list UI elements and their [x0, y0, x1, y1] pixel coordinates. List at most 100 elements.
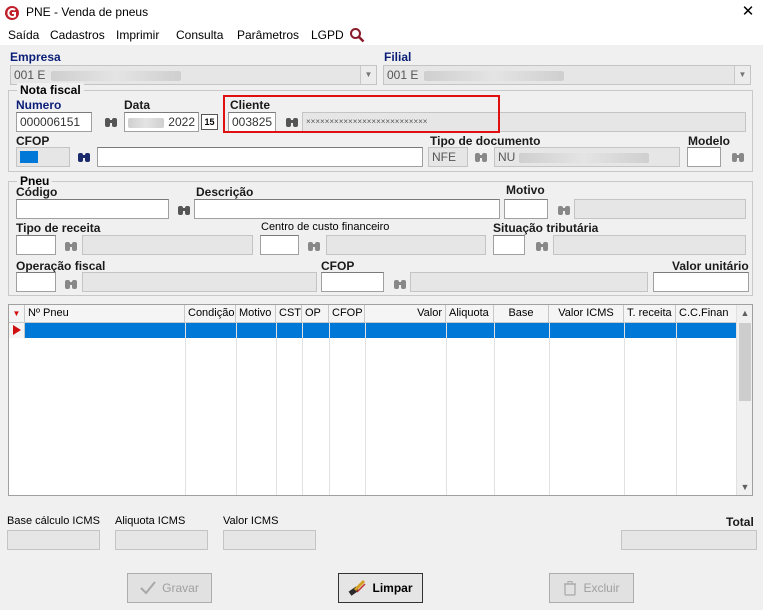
excluir-button[interactable]: Excluir: [549, 573, 634, 603]
column-divider: [494, 323, 495, 495]
numero-label: Numero: [16, 98, 62, 112]
column-header-valor-icms[interactable]: Valor ICMS: [549, 305, 624, 323]
highlight-box: [223, 95, 500, 133]
total-field: [621, 530, 757, 550]
gravar-button[interactable]: Gravar: [127, 573, 212, 603]
tipo-receita-label: Tipo de receita: [16, 221, 101, 235]
binoculars-icon[interactable]: [104, 116, 118, 128]
total-label: Total: [726, 515, 754, 529]
column-header-cc-finan[interactable]: C.C.Finan: [676, 305, 736, 323]
column-header-motivo[interactable]: Motivo: [236, 305, 276, 323]
cfop-description-input[interactable]: [97, 147, 423, 167]
situacao-tributaria-label: Situação tributária: [493, 221, 599, 235]
empresa-label: Empresa: [10, 50, 61, 64]
base-calculo-label: Base cálculo ICMS: [7, 515, 100, 527]
valor-unitario-label: Valor unitário: [672, 259, 749, 273]
menu-lgpd[interactable]: LGPD: [311, 28, 344, 42]
cfop-label: CFOP: [16, 134, 50, 148]
redacted-text: [50, 70, 181, 81]
binoculars-icon[interactable]: [307, 240, 321, 252]
chevron-down-icon[interactable]: ▼: [360, 66, 376, 84]
tipo-documento-label: Tipo de documento: [430, 134, 541, 148]
binoculars-icon[interactable]: [77, 151, 91, 163]
binoculars-icon[interactable]: [535, 240, 549, 252]
motivo-description: [574, 199, 746, 219]
scroll-thumb[interactable]: [739, 323, 751, 401]
column-divider: [365, 323, 366, 495]
column-header-cst[interactable]: CST: [276, 305, 302, 323]
column-header-t-receita[interactable]: T. receita: [624, 305, 676, 323]
motivo-input[interactable]: [504, 199, 548, 219]
column-divider: [185, 323, 186, 495]
scroll-down-icon[interactable]: ▼: [737, 479, 753, 495]
eraser-icon: [349, 580, 367, 596]
binoculars-icon[interactable]: [731, 151, 745, 163]
app-logo-icon: [5, 6, 19, 20]
filial-label: Filial: [384, 50, 412, 64]
chevron-down-icon[interactable]: ▼: [734, 66, 750, 84]
search-icon[interactable]: [349, 27, 365, 43]
menu-consulta[interactable]: Consulta: [176, 28, 223, 42]
column-header-aliquota[interactable]: Aliquota: [446, 305, 494, 323]
items-grid[interactable]: ▼ Nº Pneu Condição Motivo CST OP CFOP Va…: [8, 304, 753, 496]
column-divider: [549, 323, 550, 495]
column-header-n-pneu[interactable]: Nº Pneu: [25, 305, 185, 323]
binoculars-icon[interactable]: [64, 278, 78, 290]
modelo-label: Modelo: [688, 134, 730, 148]
trash-icon: [564, 580, 577, 596]
sort-arrow-icon[interactable]: ▼: [9, 305, 25, 323]
codigo-input[interactable]: [16, 199, 169, 219]
column-divider: [276, 323, 277, 495]
menu-saida[interactable]: Saída: [8, 28, 39, 42]
binoculars-icon[interactable]: [474, 151, 488, 163]
filial-select[interactable]: 001 E ▼: [383, 65, 751, 85]
column-header-valor[interactable]: Valor: [365, 305, 446, 323]
table-row[interactable]: [25, 323, 736, 338]
tipo-documento-name-value: NU: [498, 150, 516, 164]
column-header-op[interactable]: OP: [302, 305, 329, 323]
close-icon[interactable]: ✕: [733, 0, 763, 25]
menu-parametros[interactable]: Parâmetros: [237, 28, 299, 42]
numero-input[interactable]: 000006151: [16, 112, 92, 132]
column-header-cfop[interactable]: CFOP: [329, 305, 365, 323]
aliquota-icms-label: Aliquota ICMS: [115, 515, 186, 527]
binoculars-icon[interactable]: [557, 204, 571, 216]
menu-cadastros[interactable]: Cadastros: [50, 28, 105, 42]
menu-imprimir[interactable]: Imprimir: [116, 28, 159, 42]
redacted-text: [423, 70, 564, 81]
tipo-receita-input[interactable]: [16, 235, 56, 255]
centro-custo-input[interactable]: [260, 235, 299, 255]
empresa-select[interactable]: 001 E ▼: [10, 65, 377, 85]
binoculars-icon[interactable]: [64, 240, 78, 252]
binoculars-icon[interactable]: [177, 204, 191, 216]
operacao-fiscal-input[interactable]: [16, 272, 56, 292]
valor-unitario-input[interactable]: [653, 272, 749, 292]
cfop-pneu-input[interactable]: [321, 272, 384, 292]
excluir-label: Excluir: [583, 581, 620, 595]
checkmark-icon: [140, 581, 156, 595]
base-calculo-field: [7, 530, 100, 550]
redacted-text: [128, 118, 164, 128]
centro-custo-description: [326, 235, 486, 255]
column-divider: [676, 323, 677, 495]
column-divider: [302, 323, 303, 495]
calendar-icon[interactable]: 15: [201, 114, 218, 130]
limpar-button[interactable]: Limpar: [338, 573, 423, 603]
descricao-input[interactable]: [194, 199, 500, 219]
vertical-scrollbar[interactable]: ▲ ▼: [736, 305, 752, 495]
row-indicator: [9, 323, 25, 338]
column-header-base[interactable]: Base: [494, 305, 549, 323]
binoculars-icon[interactable]: [393, 278, 407, 290]
modelo-input[interactable]: [687, 147, 721, 167]
tipo-documento-name: NU: [494, 147, 680, 167]
scroll-up-icon[interactable]: ▲: [737, 305, 753, 321]
descricao-label: Descrição: [196, 185, 254, 199]
data-input[interactable]: 2022: [124, 112, 199, 132]
tipo-documento-code: NFE: [428, 147, 468, 167]
column-divider: [236, 323, 237, 495]
column-header-condicao[interactable]: Condição: [185, 305, 236, 323]
codigo-label: Código: [16, 185, 58, 199]
cfop-input[interactable]: [16, 147, 70, 167]
situacao-tributaria-input[interactable]: [493, 235, 525, 255]
cfop-pneu-description: [410, 272, 648, 292]
